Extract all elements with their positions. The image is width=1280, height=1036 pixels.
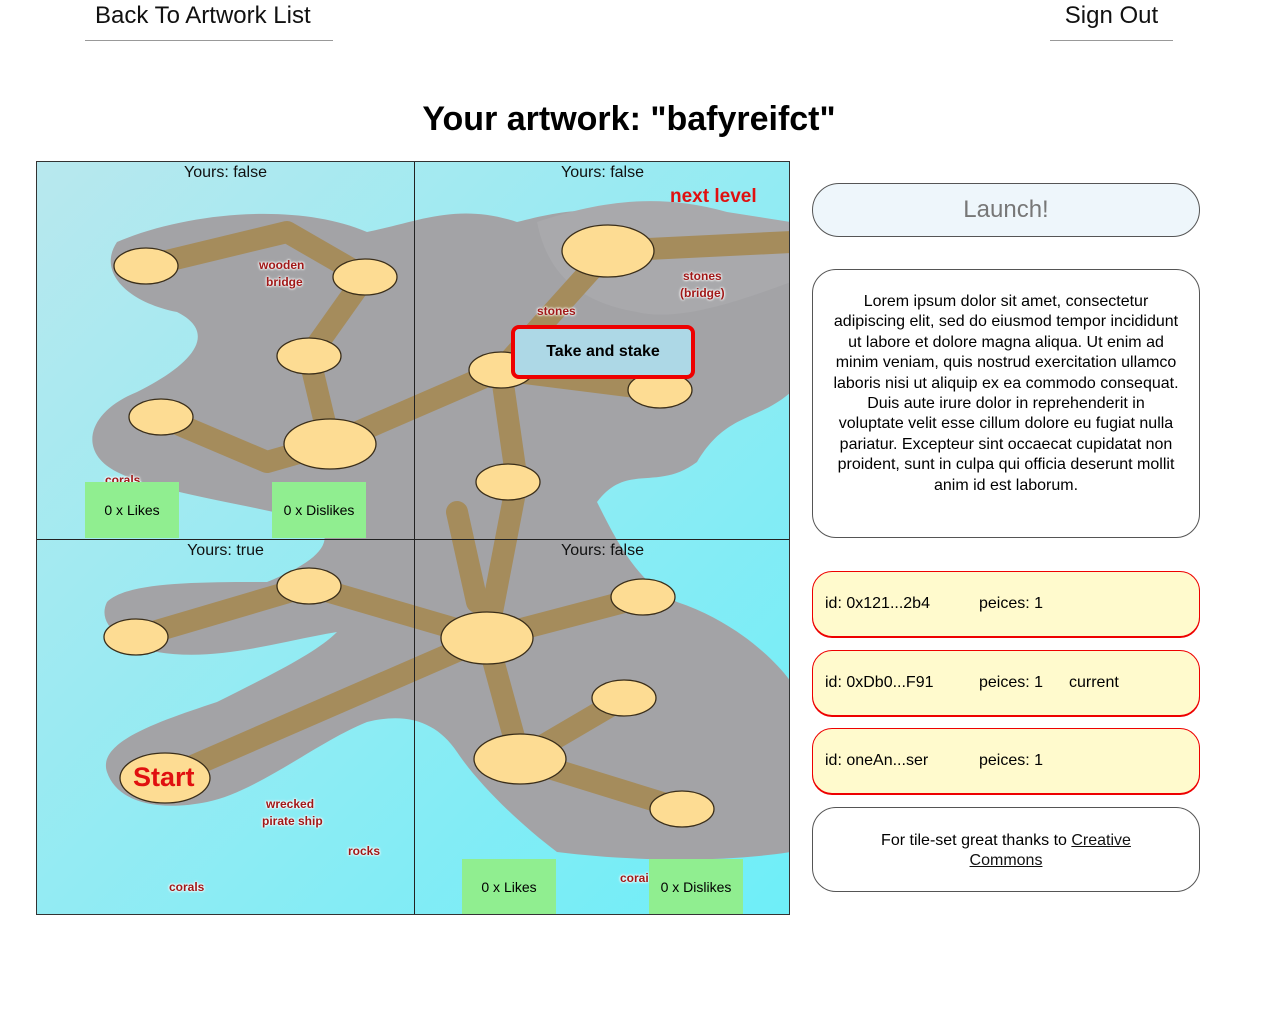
artwork-map: Yours: false Yours: false Yours: true Yo… <box>36 161 790 915</box>
tile-1-likes-button[interactable]: 0 x Likes <box>85 482 179 538</box>
player-id: id: 0x121...2b4 <box>825 595 930 612</box>
player-card: id: 0xDb0...F91 peices: 1 current <box>812 650 1200 716</box>
launch-button[interactable]: Launch! <box>812 183 1200 237</box>
player-id: id: 0xDb0...F91 <box>825 674 934 691</box>
player-id: id: oneAn...ser <box>825 752 929 769</box>
tile-divider-horizontal <box>37 539 789 540</box>
map-label-wrecked: wrecked <box>266 797 315 811</box>
map-node <box>610 578 676 616</box>
tile-4-yours-label: Yours: false <box>560 542 644 559</box>
player-pieces: peices: 1 <box>979 595 1044 612</box>
map-node <box>440 611 534 665</box>
player-card: id: 0x121...2b4 peices: 1 <box>812 571 1200 637</box>
map-node <box>473 733 567 785</box>
map-node <box>276 337 342 375</box>
map-label-bridge: bridge <box>266 275 303 289</box>
credits-box: For tile-set great thanks to Creative Co… <box>812 807 1200 892</box>
player-pieces: peices: 1 <box>979 674 1044 691</box>
map-node <box>332 258 398 296</box>
tile-2-yours-label: Yours: false <box>560 164 644 181</box>
map-label-bridge-2: (bridge) <box>680 286 725 300</box>
sign-out-link[interactable]: Sign Out <box>1050 2 1173 41</box>
take-and-stake-button[interactable]: Take and stake <box>511 325 695 379</box>
tile-4-dislikes-button[interactable]: 0 x Dislikes <box>649 859 743 914</box>
map-label-wooden: wooden <box>259 258 305 272</box>
map-label-stones-bridge: stones <box>683 269 722 283</box>
start-label: Start <box>133 762 195 792</box>
map-node <box>283 418 377 470</box>
player-pieces: peices: 1 <box>979 752 1044 769</box>
map-label-corals-3: corai <box>620 871 649 885</box>
map-node <box>561 224 655 278</box>
next-level-label: next level <box>670 186 757 207</box>
map-node <box>128 398 194 436</box>
map-node <box>475 463 541 501</box>
credits-text: For tile-set great thanks to <box>881 832 1072 849</box>
tile-4-likes-button[interactable]: 0 x Likes <box>462 859 556 914</box>
map-node <box>591 679 657 717</box>
map-label-stones: stones <box>537 304 576 318</box>
tile-1-yours-label: Yours: false <box>183 164 267 181</box>
map-node <box>103 618 169 656</box>
map-label-corals-2: corals <box>169 880 205 894</box>
player-status: current <box>1069 674 1119 691</box>
back-to-artwork-list-link[interactable]: Back To Artwork List <box>85 2 333 41</box>
map-node <box>649 790 715 828</box>
description-box: Lorem ipsum dolor sit amet, consectetur … <box>812 269 1200 538</box>
page-title: Your artwork: "bafyreifct" <box>422 100 836 138</box>
map-node <box>276 567 342 605</box>
player-card: id: oneAn...ser peices: 1 <box>812 728 1200 794</box>
tile-1-dislikes-button[interactable]: 0 x Dislikes <box>272 482 366 538</box>
tile-3-yours-label: Yours: true <box>187 542 264 559</box>
map-node <box>113 247 179 285</box>
map-label-pirate-ship: pirate ship <box>262 814 323 828</box>
map-label-rocks: rocks <box>348 844 381 858</box>
